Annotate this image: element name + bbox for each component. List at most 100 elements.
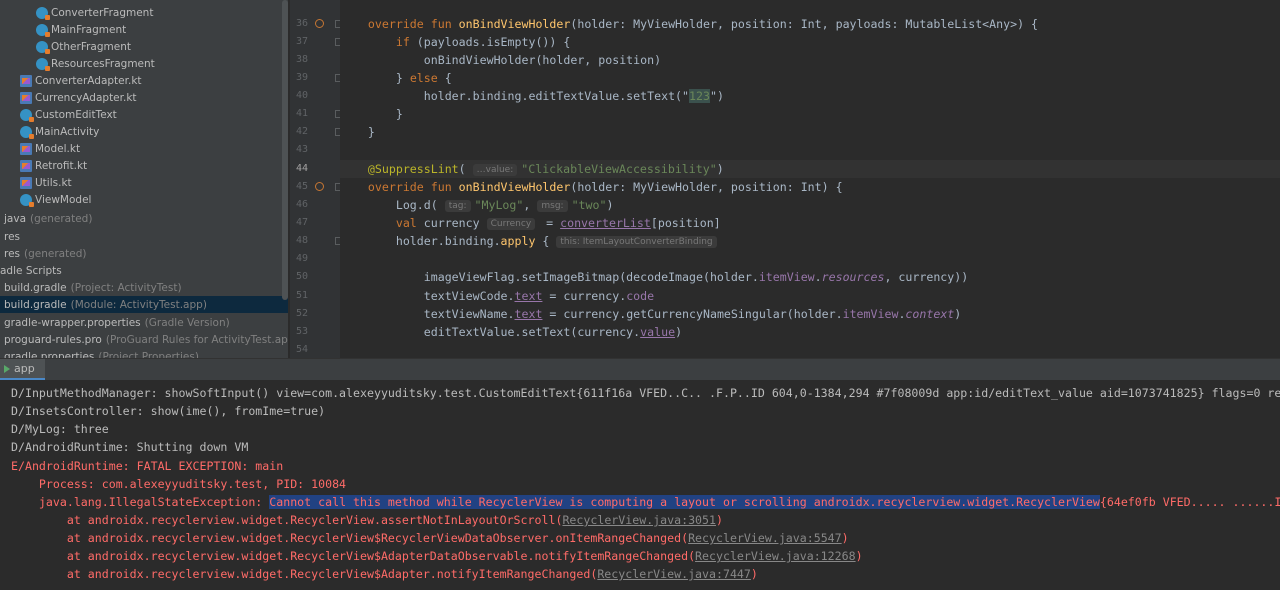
tree-item-label: CustomEditText [35, 108, 117, 121]
tree-item-label: ConverterFragment [51, 6, 154, 19]
code-line-36[interactable]: override fun onBindViewHolder(holder: My… [340, 15, 1280, 33]
tree-item[interactable]: OtherFragment [0, 38, 288, 55]
code-line-44[interactable]: @SuppressLint( …value: "ClickableViewAcce… [340, 160, 1280, 178]
tree-item[interactable]: adle Scripts [0, 262, 288, 279]
gutter-line[interactable]: 53 [290, 323, 340, 341]
kotlin-class-icon [36, 40, 50, 54]
gutter-line[interactable]: 43 [290, 141, 340, 159]
override-marker-icon[interactable] [315, 19, 324, 28]
tree-item[interactable]: MainFragment [0, 21, 288, 38]
code-line-37[interactable]: if (payloads.isEmpty()) { [340, 33, 1280, 51]
code-line-40[interactable]: holder.binding.editTextValue.setText("12… [340, 87, 1280, 105]
tree-item[interactable]: ViewModel [0, 191, 288, 208]
line-number: 52 [295, 308, 308, 319]
tree-item-detail: (ProGuard Rules for ActivityTest.app) [105, 333, 288, 346]
gutter-line[interactable]: 49 [290, 250, 340, 268]
line-number: 49 [295, 253, 308, 264]
gutter-line[interactable]: 44 [290, 160, 340, 178]
tree-item[interactable]: ResourcesFragment [0, 55, 288, 72]
tree-item-detail: (generated) [30, 212, 93, 225]
kotlin-file-icon [20, 142, 32, 155]
code-line-39[interactable]: } else { [340, 69, 1280, 87]
code-line-51[interactable]: textViewCode.text = currency.code [340, 287, 1280, 305]
param-hint-tag: tag: [444, 200, 471, 212]
tree-item[interactable]: CustomEditText [0, 106, 288, 123]
code-line-42[interactable]: } [340, 123, 1280, 141]
tree-item[interactable]: Utils.kt [0, 174, 288, 191]
tree-item[interactable]: java (generated) [0, 210, 288, 227]
tree-item-detail: (Project: ActivityTest) [70, 281, 182, 294]
run-tab-app[interactable]: app [0, 359, 45, 380]
code-line-38[interactable]: onBindViewHolder(holder, position) [340, 51, 1280, 69]
kotlin-class-icon [36, 57, 50, 71]
source-link[interactable]: RecyclerView.java:3051 [562, 513, 716, 527]
source-link[interactable]: RecyclerView.java:5547 [688, 531, 842, 545]
gutter-line[interactable]: 36 [290, 15, 341, 33]
gutter-line[interactable]: 46 [290, 196, 340, 214]
override-marker-icon[interactable] [315, 182, 324, 191]
kotlin-class-icon [36, 6, 50, 20]
tree-item-label: res [4, 230, 21, 243]
source-link[interactable]: RecyclerView.java:7447 [597, 567, 751, 581]
tree-item[interactable]: res (generated) [0, 245, 288, 262]
tree-item[interactable]: proguard-rules.pro (ProGuard Rules for Ac… [0, 331, 288, 348]
gutter-line[interactable]: 45 [290, 178, 341, 196]
editor-gutter[interactable]: 36 37 38 39 40 41 42 43 44 45 46 47 48 49 50 51 52 53 54 [290, 0, 341, 359]
code-editor[interactable]: override fun onBindViewHolder(holder: My… [340, 0, 1280, 358]
code-line-41[interactable]: } [340, 105, 1280, 123]
gutter-line[interactable]: 40 [290, 87, 340, 105]
log-line: D/AndroidRuntime: Shutting down VM [11, 440, 249, 454]
tree-item[interactable]: Retrofit.kt [0, 157, 288, 174]
line-number: 36 [295, 18, 308, 29]
code-line-48[interactable]: holder.binding.apply { this: ItemLayoutC… [340, 232, 1280, 250]
stack-trace-line: at androidx.recyclerview.widget.Recycler… [11, 567, 758, 581]
tree-item[interactable]: ConverterAdapter.kt [0, 72, 288, 89]
line-number: 37 [295, 36, 308, 47]
source-link[interactable]: RecyclerView.java:12268 [695, 549, 856, 563]
tree-item[interactable]: ConverterFragment [0, 4, 288, 21]
log-line: D/InputMethodManager: showSoftInput() vi… [11, 386, 1280, 400]
tree-item[interactable]: build.gradle (Module: ActivityTest.app) [0, 296, 288, 313]
gutter-line[interactable]: 37 [290, 33, 341, 51]
gutter-line[interactable]: 38 [290, 51, 340, 69]
tree-item[interactable]: gradle-wrapper.properties (Gradle Version… [0, 314, 288, 331]
tree-item[interactable]: Model.kt [0, 140, 288, 157]
receiver-hint: this: ItemLayoutConverterBinding [556, 236, 717, 248]
log-line: D/MyLog: three [11, 422, 109, 436]
tree-item[interactable]: MainActivity [0, 123, 288, 140]
gutter-line[interactable]: 50 [290, 268, 340, 286]
tree-item-label: MainFragment [51, 23, 127, 36]
gutter-line[interactable]: 39 [290, 69, 341, 87]
tree-item-label: proguard-rules.pro [4, 333, 102, 346]
code-line-50[interactable]: imageViewFlag.setImageBitmap(decodeImage… [340, 268, 1280, 286]
tree-item[interactable]: CurrencyAdapter.kt [0, 89, 288, 106]
code-line-49[interactable] [340, 250, 1280, 268]
tree-item-detail: (Module: ActivityTest.app) [70, 298, 207, 311]
gutter-line[interactable]: 51 [290, 287, 340, 305]
gutter-line[interactable]: 52 [290, 305, 340, 323]
run-console-output[interactable]: D/InputMethodManager: showSoftInput() vi… [0, 380, 1280, 590]
run-config-icon [4, 364, 10, 373]
tree-scrollbar[interactable] [282, 0, 288, 300]
kotlin-file-icon [20, 159, 32, 172]
code-line-54[interactable] [340, 341, 1280, 358]
gutter-line[interactable]: 41 [290, 105, 341, 123]
code-line-46[interactable]: Log.d( tag: "MyLog", msg: "two") [340, 196, 1280, 214]
code-line-47[interactable]: val currency Currency = converterList[po… [340, 214, 1280, 232]
gutter-line[interactable]: 47 [290, 214, 340, 232]
code-line-43[interactable] [340, 141, 1280, 159]
selected-text[interactable]: Cannot call this method while RecyclerVi… [269, 495, 1100, 509]
code-line-53[interactable]: editTextValue.setText(currency.value) [340, 323, 1280, 341]
run-tool-window-header: app [0, 358, 1280, 380]
code-line-45[interactable]: override fun onBindViewHolder(holder: My… [340, 178, 1280, 196]
code-line-52[interactable]: textViewName.text = currency.getCurrency… [340, 305, 1280, 323]
tree-item[interactable]: res [0, 228, 288, 245]
kotlin-class-icon [36, 23, 50, 37]
gutter-line[interactable]: 42 [290, 123, 341, 141]
tree-item-label: gradle-wrapper.properties [4, 316, 141, 329]
gutter-line[interactable]: 48 [290, 232, 341, 250]
tree-item-label: java [4, 212, 26, 225]
tree-item[interactable]: build.gradle (Project: ActivityTest) [0, 279, 288, 296]
gutter-line[interactable]: 54 [290, 341, 340, 359]
line-number: 40 [295, 90, 308, 101]
